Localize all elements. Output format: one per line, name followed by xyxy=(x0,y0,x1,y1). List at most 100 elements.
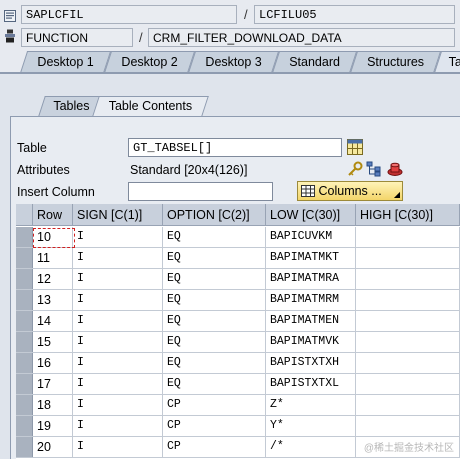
cell-high[interactable] xyxy=(356,395,460,416)
cell-row[interactable]: 16 xyxy=(33,353,73,374)
cell-sign[interactable]: I xyxy=(73,332,163,353)
cell-option[interactable]: EQ xyxy=(163,332,266,353)
row-selector[interactable] xyxy=(16,227,33,247)
row-selector[interactable] xyxy=(16,248,33,268)
cell-high[interactable] xyxy=(356,332,460,353)
include-field[interactable]: LCFILU05 xyxy=(254,5,455,24)
cell-sign[interactable]: I xyxy=(73,353,163,374)
tab-desktop-1[interactable]: Desktop 1 xyxy=(20,51,112,73)
row-selector[interactable] xyxy=(16,290,33,310)
tab-desktop-3[interactable]: Desktop 3 xyxy=(188,51,280,73)
tab-table-contents[interactable]: Table Contents xyxy=(92,96,209,117)
cell-option[interactable]: CP xyxy=(163,395,266,416)
tab-structures[interactable]: Structures xyxy=(350,51,442,73)
row-selector[interactable] xyxy=(16,416,33,436)
cell-option[interactable]: EQ xyxy=(163,269,266,290)
program-field[interactable]: SAPLCFIL xyxy=(21,5,237,24)
tree-structure-icon[interactable] xyxy=(366,161,382,177)
cell-high[interactable] xyxy=(356,374,460,395)
cell-high[interactable] xyxy=(356,227,460,248)
columns-button[interactable]: Columns ... ◢ xyxy=(297,181,403,201)
row-selector[interactable] xyxy=(16,353,33,373)
cell-low[interactable]: BAPIMATMEN xyxy=(266,311,356,332)
cell-high[interactable] xyxy=(356,416,460,437)
column-header-option[interactable]: OPTION [C(2)] xyxy=(163,204,266,226)
cell-sign[interactable]: I xyxy=(73,395,163,416)
cell-low[interactable]: Y* xyxy=(266,416,356,437)
table-row[interactable]: 17 I EQ BAPISTXTXL xyxy=(16,374,460,395)
cell-row[interactable]: 18 xyxy=(33,395,73,416)
cell-low[interactable]: BAPISTXTXL xyxy=(266,374,356,395)
table-view-icon[interactable] xyxy=(347,139,363,155)
table-row[interactable]: 14 I EQ BAPIMATMEN xyxy=(16,311,460,332)
watermark: @稀土掘金技术社区 xyxy=(363,443,454,454)
cell-low[interactable]: BAPIMATMRM xyxy=(266,290,356,311)
cell-option[interactable]: EQ xyxy=(163,227,266,248)
cell-high[interactable] xyxy=(356,269,460,290)
type-field[interactable]: FUNCTION xyxy=(21,28,133,47)
cell-low[interactable]: /* xyxy=(266,437,356,458)
cell-option[interactable]: EQ xyxy=(163,374,266,395)
cell-low[interactable]: BAPISTXTXH xyxy=(266,353,356,374)
table-row[interactable]: 19 I CP Y* xyxy=(16,416,460,437)
cell-option[interactable]: EQ xyxy=(163,248,266,269)
tab-standard[interactable]: Standard xyxy=(272,51,358,73)
cell-option[interactable]: EQ xyxy=(163,353,266,374)
cell-row[interactable]: 12 xyxy=(33,269,73,290)
row-selector[interactable] xyxy=(16,269,33,289)
cell-low[interactable]: BAPICUVKM xyxy=(266,227,356,248)
cell-row[interactable]: 10 xyxy=(33,227,73,248)
row-selector[interactable] xyxy=(16,437,33,457)
cell-row[interactable]: 14 xyxy=(33,311,73,332)
cell-option[interactable]: EQ xyxy=(163,290,266,311)
column-header-low[interactable]: LOW [C(30)] xyxy=(266,204,356,226)
cell-sign[interactable]: I xyxy=(73,227,163,248)
row-selector[interactable] xyxy=(16,395,33,415)
cell-sign[interactable]: I xyxy=(73,416,163,437)
row-selector[interactable] xyxy=(16,311,33,331)
cell-row[interactable]: 20 xyxy=(33,437,73,458)
cell-sign[interactable]: I xyxy=(73,248,163,269)
cell-row[interactable]: 13 xyxy=(33,290,73,311)
cell-sign[interactable]: I xyxy=(73,269,163,290)
row-selector[interactable] xyxy=(16,332,33,352)
cell-high[interactable] xyxy=(356,311,460,332)
cell-row[interactable]: 17 xyxy=(33,374,73,395)
cell-high[interactable] xyxy=(356,290,460,311)
table-row[interactable]: 11 I EQ BAPIMATMKT xyxy=(16,248,460,269)
tab-tables[interactable]: Ta xyxy=(434,51,460,73)
function-name-field[interactable]: CRM_FILTER_DOWNLOAD_DATA xyxy=(148,28,455,47)
cell-option[interactable]: CP xyxy=(163,416,266,437)
row-selector[interactable] xyxy=(16,374,33,394)
cell-row[interactable]: 15 xyxy=(33,332,73,353)
cell-option[interactable]: EQ xyxy=(163,311,266,332)
cell-row[interactable]: 19 xyxy=(33,416,73,437)
tab-desktop-2[interactable]: Desktop 2 xyxy=(104,51,196,73)
column-header-sign[interactable]: SIGN [C(1)] xyxy=(73,204,163,226)
cell-sign[interactable]: I xyxy=(73,374,163,395)
object-icon[interactable] xyxy=(387,161,403,177)
cell-option[interactable]: CP xyxy=(163,437,266,458)
column-header-high[interactable]: HIGH [C(30)] xyxy=(356,204,460,226)
table-row[interactable]: 15 I EQ BAPIMATMVK xyxy=(16,332,460,353)
cell-low[interactable]: BAPIMATMVK xyxy=(266,332,356,353)
cell-low[interactable]: BAPIMATMKT xyxy=(266,248,356,269)
column-header-row[interactable]: Row xyxy=(33,204,73,226)
cell-row[interactable]: 11 xyxy=(33,248,73,269)
cell-low[interactable]: BAPIMATMRA xyxy=(266,269,356,290)
cell-high[interactable] xyxy=(356,353,460,374)
cell-sign[interactable]: I xyxy=(73,290,163,311)
cell-sign[interactable]: I xyxy=(73,437,163,458)
header-selector[interactable] xyxy=(16,204,33,226)
cell-sign[interactable]: I xyxy=(73,311,163,332)
table-row[interactable]: 13 I EQ BAPIMATMRM xyxy=(16,290,460,311)
table-name-input[interactable]: GT_TABSEL[] xyxy=(128,138,342,157)
table-row[interactable]: 18 I CP Z* xyxy=(16,395,460,416)
table-row[interactable]: 12 I EQ BAPIMATMRA xyxy=(16,269,460,290)
cell-high[interactable] xyxy=(356,248,460,269)
cell-low[interactable]: Z* xyxy=(266,395,356,416)
table-row[interactable]: 16 I EQ BAPISTXTXH xyxy=(16,353,460,374)
table-row[interactable]: 10 I EQ BAPICUVKM xyxy=(16,227,460,248)
key-icon[interactable] xyxy=(347,161,363,177)
insert-column-input[interactable] xyxy=(128,182,273,201)
